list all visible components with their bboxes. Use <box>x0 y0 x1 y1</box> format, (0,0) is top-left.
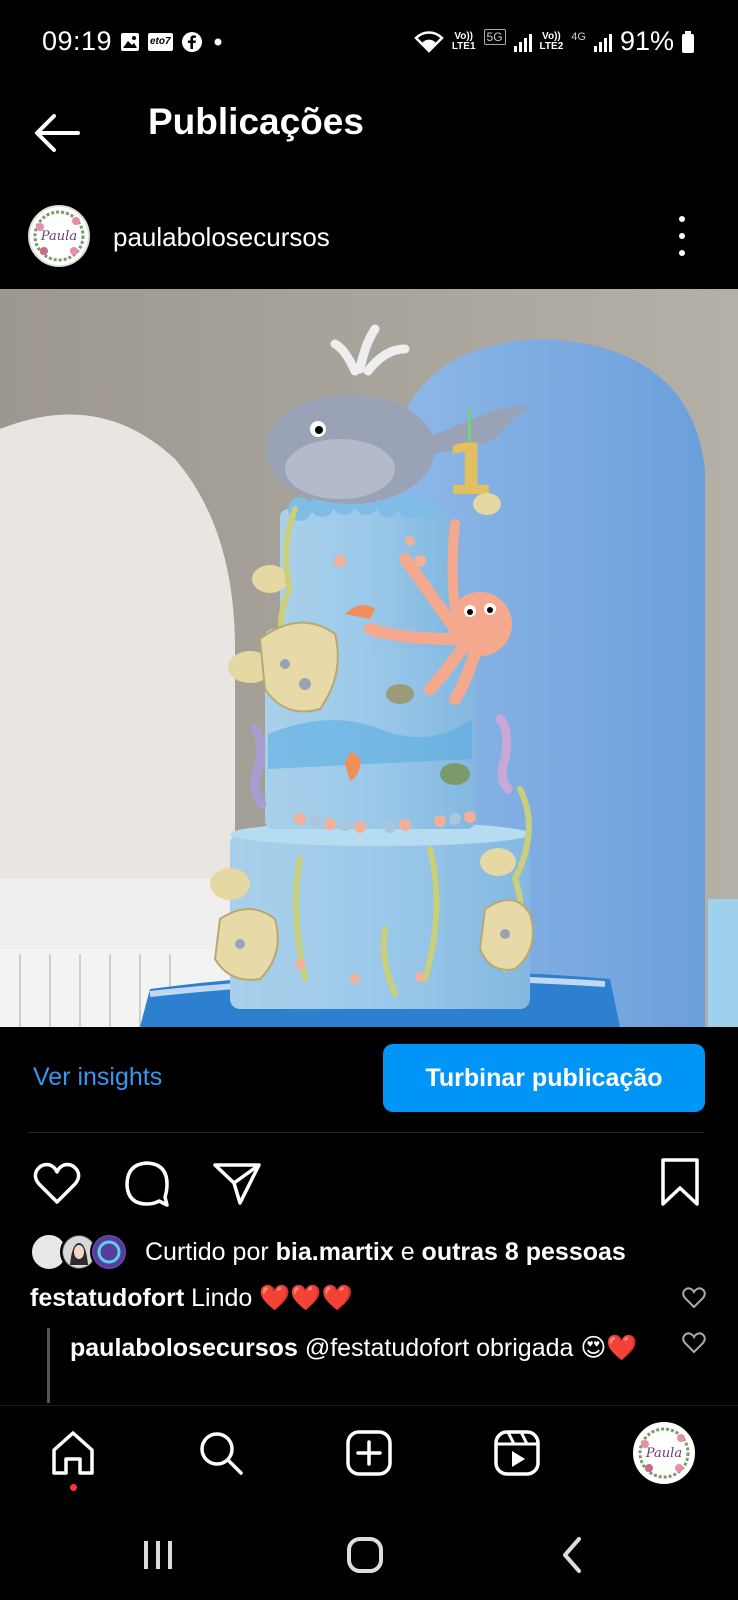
create-icon[interactable] <box>344 1428 394 1478</box>
facebook-icon <box>181 32 202 52</box>
profile-avatar-text: Paula <box>645 1446 682 1461</box>
comment-icon[interactable] <box>120 1156 174 1210</box>
lte1-indicator: Vo)) LTE1 <box>451 30 476 52</box>
likes-text: Curtido por bia.martix e outras 8 pessoa… <box>145 1238 626 1267</box>
comment-username[interactable]: festatudofort <box>30 1284 184 1312</box>
view-insights-link[interactable]: Ver insights <box>33 1063 162 1092</box>
notification-icons: eto7 <box>120 31 225 53</box>
page-title: Publicações <box>148 101 364 142</box>
comment: festatudofort Lindo ❤️❤️❤️ <box>30 1284 670 1313</box>
battery-percent: 91% <box>619 26 674 56</box>
back-nav-icon[interactable] <box>553 1535 593 1575</box>
like-heart-icon[interactable] <box>30 1156 84 1210</box>
comment-like-icon[interactable] <box>681 1286 707 1310</box>
post-header: Paula paulabolosecursos <box>0 196 738 286</box>
back-arrow-icon[interactable] <box>30 106 84 160</box>
system-nav <box>0 1505 738 1600</box>
reply: paulabolosecursos @festatudofort obrigad… <box>70 1329 660 1367</box>
comment-text: Lindo ❤️❤️❤️ <box>191 1284 353 1312</box>
home-icon[interactable] <box>48 1428 98 1478</box>
post-actions <box>0 1150 738 1220</box>
signal-icon <box>513 32 532 52</box>
recent-apps-icon[interactable] <box>138 1535 178 1575</box>
reply-thread-line <box>47 1328 50 1403</box>
network-4g: 4G <box>571 30 586 43</box>
avatar-text: Paula <box>40 229 77 244</box>
reels-icon[interactable] <box>492 1428 542 1478</box>
status-right: Vo)) LTE1 5G Vo)) LTE2 4G 91% <box>414 26 694 57</box>
battery-icon <box>682 30 694 53</box>
lte2-indicator: Vo)) LTE2 <box>539 30 564 52</box>
header: Publicações <box>0 86 738 186</box>
bottom-nav: Paula <box>0 1405 738 1505</box>
network-5g: 5G <box>483 28 506 45</box>
status-time: 09:19 <box>42 26 113 56</box>
search-icon[interactable] <box>196 1428 246 1478</box>
dot-icon <box>214 38 222 46</box>
likes-summary[interactable]: Curtido por bia.martix e outras 8 pessoa… <box>30 1233 720 1273</box>
likes-others[interactable]: outras 8 pessoas <box>422 1238 626 1266</box>
image-icon <box>121 33 139 51</box>
avatar[interactable]: Paula <box>28 205 90 267</box>
reply-username[interactable]: paulabolosecursos <box>70 1334 298 1362</box>
likes-prefix: Curtido por <box>145 1238 269 1266</box>
home-button-icon[interactable] <box>345 1535 385 1575</box>
boost-post-button[interactable]: Turbinar publicação <box>383 1044 705 1112</box>
save-bookmark-icon[interactable] <box>653 1156 707 1210</box>
post-image[interactable]: 1 <box>0 289 738 1027</box>
post-username[interactable]: paulabolosecursos <box>113 222 330 253</box>
liker-username[interactable]: bia.martix <box>276 1238 394 1266</box>
liker-avatar <box>90 1233 128 1271</box>
insights-row: Ver insights Turbinar publicação <box>0 1027 738 1133</box>
likes-connector: e <box>400 1238 415 1266</box>
share-icon[interactable] <box>210 1156 264 1210</box>
more-options-icon[interactable] <box>670 216 694 256</box>
profile-avatar[interactable]: Paula <box>633 1422 695 1484</box>
signal-icon-2 <box>593 32 612 52</box>
status-bar: 09:19 eto7 Vo)) LTE1 5G Vo)) LTE2 4G 91% <box>0 0 738 86</box>
reply-like-icon[interactable] <box>681 1331 707 1355</box>
notification-dot <box>70 1484 77 1491</box>
wifi-icon <box>414 30 444 53</box>
divider <box>28 1132 704 1133</box>
eto-app-icon: eto7 <box>148 33 173 51</box>
reply-text: @festatudofort obrigada 😍❤️ <box>304 1334 638 1362</box>
liker-avatars <box>30 1233 130 1273</box>
